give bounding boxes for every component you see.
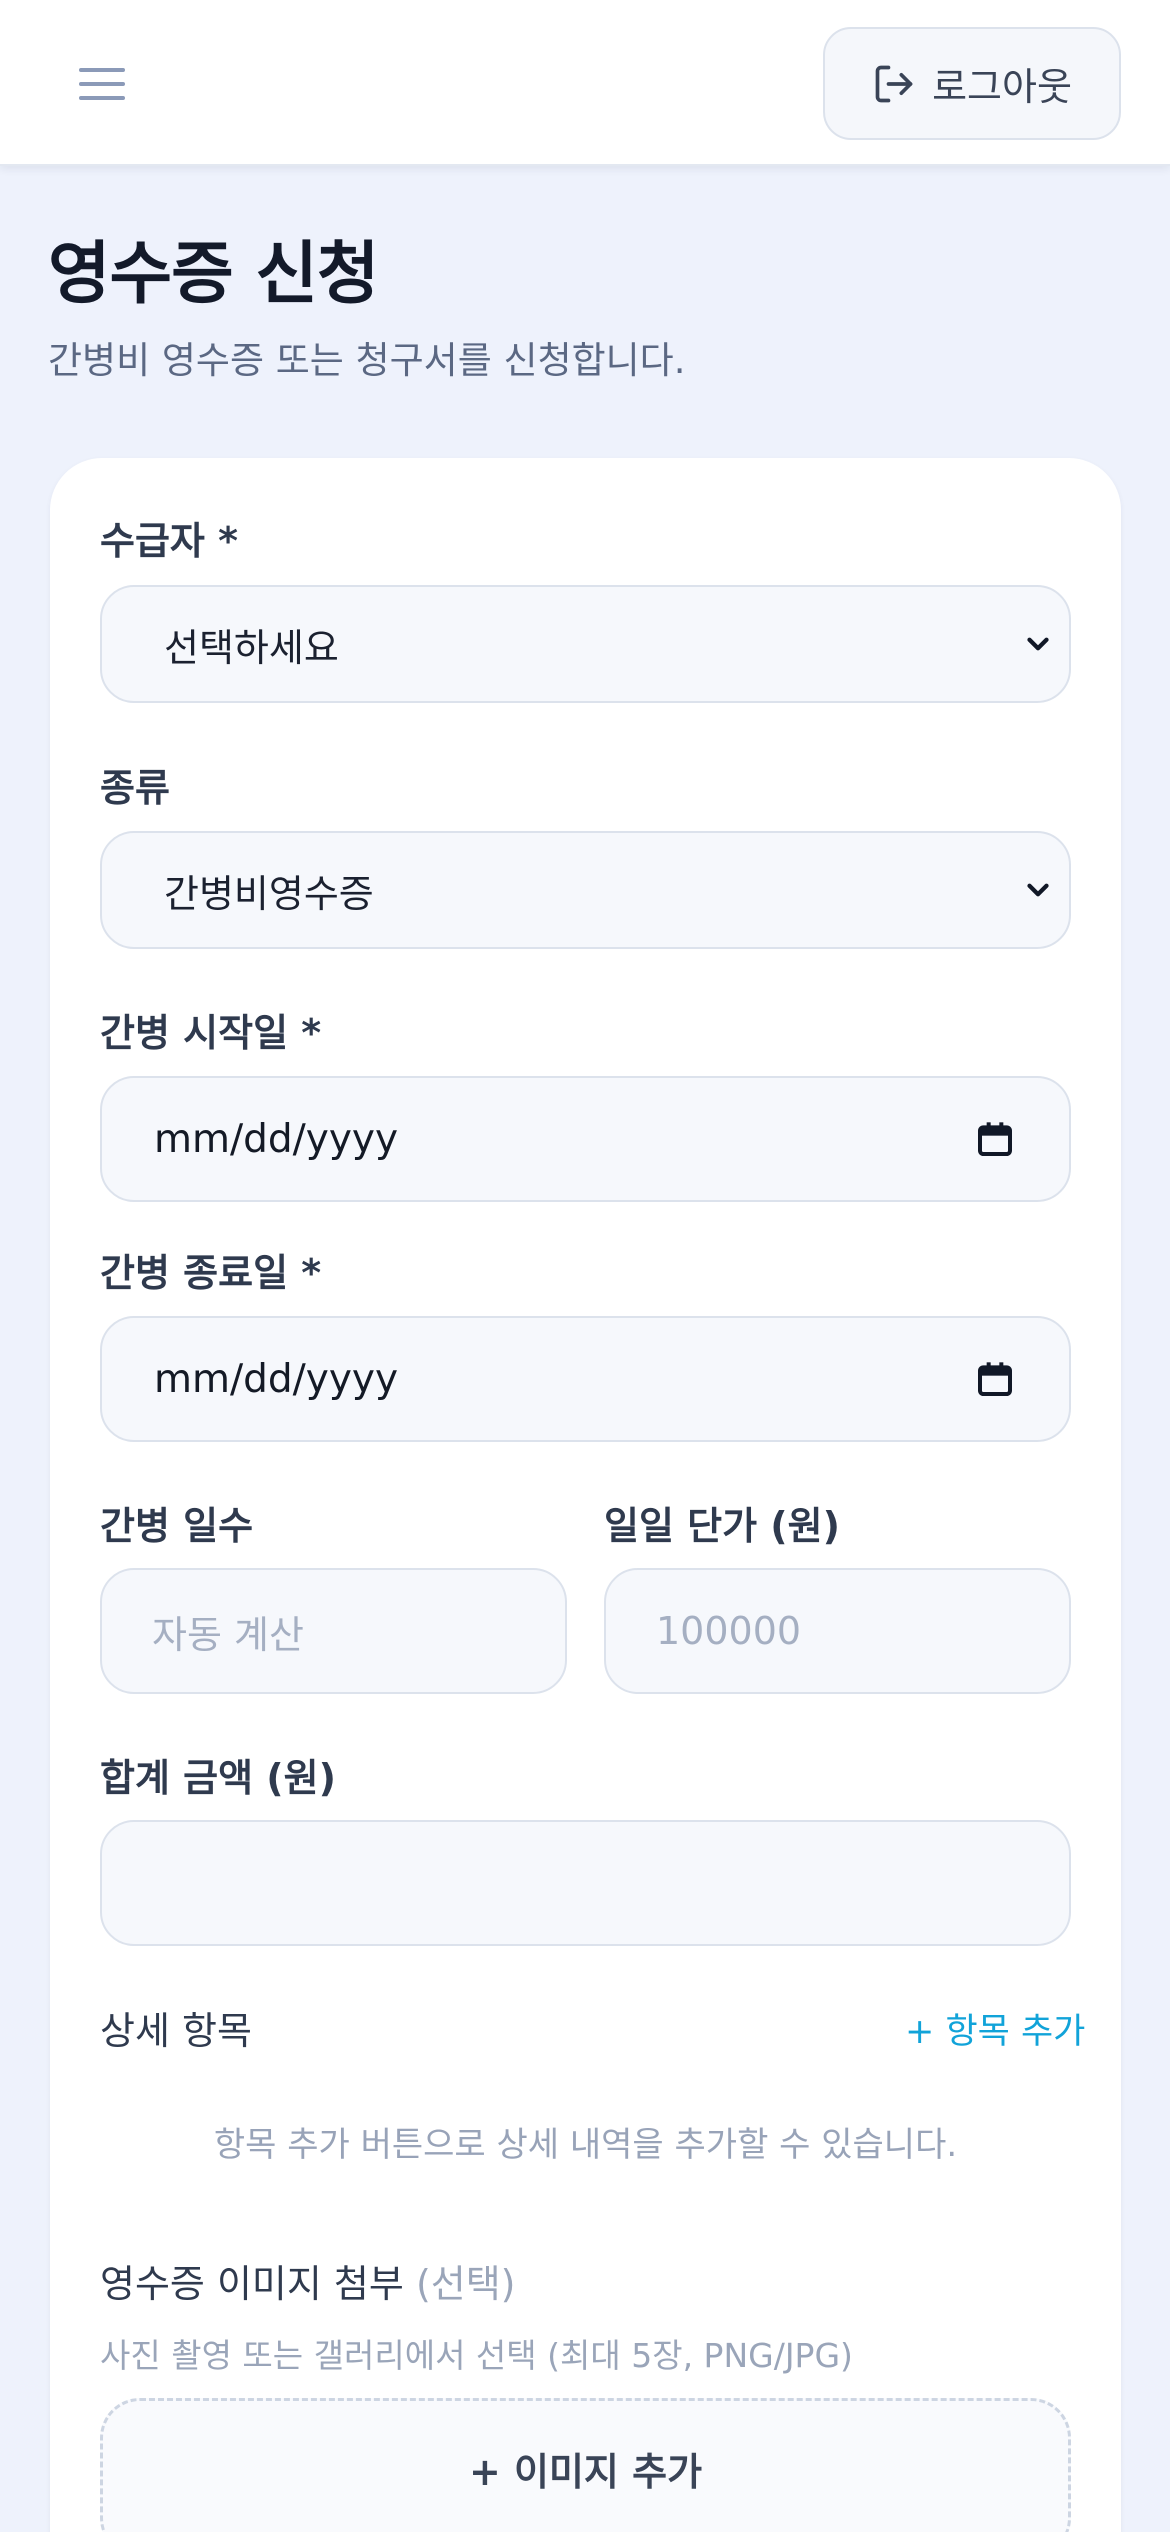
days-placeholder: 자동 계산 [152, 1612, 304, 1657]
type-select-value: 간병비영수증 [164, 871, 374, 916]
end-date-input[interactable]: mm/dd/yyyy [100, 1316, 1071, 1442]
attachments-label-text: 영수증 이미지 첨부 [100, 2262, 404, 2306]
calendar-icon[interactable] [975, 1119, 1015, 1159]
add-item-link[interactable]: + 항목 추가 [905, 2003, 1085, 2054]
recipient-label: 수급자 * [100, 519, 238, 563]
calendar-icon[interactable] [975, 1359, 1015, 1399]
menu-icon [79, 68, 125, 72]
details-empty-message: 항목 추가 버튼으로 상세 내역을 추가할 수 있습니다. [213, 2125, 958, 2165]
start-date-value: mm/dd/yyyy [154, 1116, 399, 1162]
recipient-select-value: 선택하세요 [164, 625, 339, 670]
total-input[interactable] [100, 1820, 1071, 1946]
attachments-optional-tag: (선택) [415, 2262, 516, 2306]
days-input[interactable]: 자동 계산 [100, 1568, 567, 1694]
add-image-button[interactable]: + 이미지 추가 [100, 2398, 1071, 2532]
chevron-down-icon [1027, 883, 1049, 897]
type-label: 종류 [100, 766, 170, 810]
daily-rate-placeholder: 100000 [656, 1609, 802, 1653]
attachments-label: 영수증 이미지 첨부 (선택) [100, 2253, 516, 2308]
top-bar: 로그아웃 [0, 0, 1170, 166]
menu-icon-line [79, 96, 125, 100]
type-select[interactable]: 간병비영수증 [100, 831, 1071, 949]
attachments-helper: 사진 촬영 또는 갤러리에서 선택 (최대 5장, PNG/JPG) [100, 2336, 853, 2375]
end-date-value: mm/dd/yyyy [154, 1356, 399, 1402]
page-title: 영수증 신청 [48, 235, 379, 314]
total-label: 합계 금액 (원) [100, 1756, 336, 1800]
start-date-input[interactable]: mm/dd/yyyy [100, 1076, 1071, 1202]
start-date-label: 간병 시작일 * [100, 1011, 322, 1055]
menu-button[interactable] [66, 48, 138, 120]
chevron-down-icon [1027, 637, 1049, 651]
recipient-select[interactable]: 선택하세요 [100, 585, 1071, 703]
page-subtitle: 간병비 영수증 또는 청구서를 신청합니다. [48, 339, 686, 382]
add-image-label: + 이미지 추가 [468, 2450, 703, 2494]
daily-rate-input[interactable]: 100000 [604, 1568, 1071, 1694]
details-label: 상세 항목 [100, 2009, 252, 2053]
menu-icon-line [79, 82, 125, 86]
logout-icon [875, 65, 913, 102]
logout-button[interactable]: 로그아웃 [823, 27, 1121, 140]
logout-label: 로그아웃 [932, 65, 1072, 109]
days-label: 간병 일수 [100, 1504, 254, 1548]
end-date-label: 간병 종료일 * [100, 1251, 322, 1295]
daily-rate-label: 일일 단가 (원) [604, 1504, 840, 1548]
